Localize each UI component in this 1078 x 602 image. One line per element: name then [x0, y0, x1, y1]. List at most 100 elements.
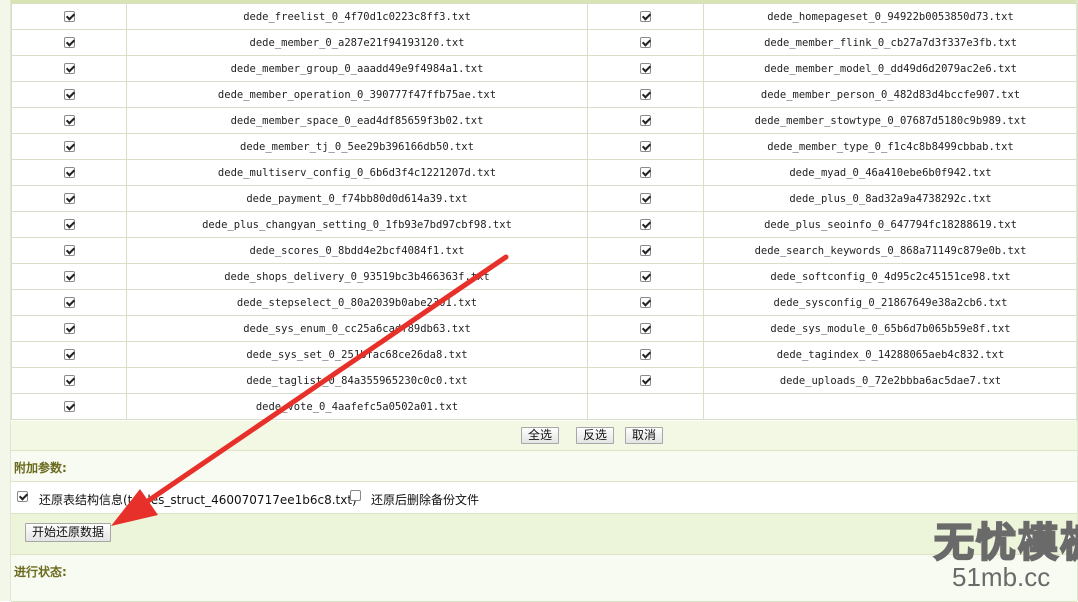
- checkbox-cell: [587, 159, 704, 186]
- checkbox-cell: [587, 341, 704, 368]
- file-name: dede_uploads_0_72e2bbba6ac5dae7.txt: [779, 374, 1002, 387]
- file-checkbox[interactable]: [640, 141, 651, 152]
- checkbox-cell: [587, 29, 704, 56]
- extra-params-heading: 附加参数:: [14, 461, 67, 475]
- file-name: dede_tagindex_0_14288065aeb4c832.txt: [776, 348, 1005, 361]
- file-name-cell: dede_sys_enum_0_cc25a6cadf89db63.txt: [126, 315, 588, 342]
- file-name: dede_taglist_0_84a355965230c0c0.txt: [246, 374, 468, 387]
- table-row: dede_multiserv_config_0_6b6d3f4c1221207d…: [11, 159, 1078, 186]
- checkbox-cell: [11, 341, 127, 368]
- checkbox-cell: [587, 3, 704, 30]
- table-row: dede_shops_delivery_0_93519bc3b466363f.t…: [11, 263, 1078, 290]
- file-checkbox[interactable]: [640, 37, 651, 48]
- table-row: dede_stepselect_0_80a2039b0abe2301.txt de…: [11, 289, 1078, 316]
- file-name-cell: dede_myad_0_46a410ebe6b0f942.txt: [703, 159, 1078, 186]
- checkbox-cell: [11, 3, 127, 30]
- checkbox-cell: [11, 211, 127, 238]
- file-checkbox[interactable]: [640, 245, 651, 256]
- checkbox-cell: [587, 211, 704, 238]
- file-name: dede_member_type_0_f1c4c8b8499cbbab.txt: [767, 140, 1014, 153]
- start-row: 开始还原数据: [11, 514, 1077, 555]
- checkbox-cell: [587, 263, 704, 290]
- extra-params-options: 还原表结构信息(tables_struct_460070717ee1b6c8.t…: [11, 482, 1077, 514]
- checkbox-cell: [587, 55, 704, 82]
- select-all-button[interactable]: 全选: [521, 427, 560, 444]
- file-name-cell: dede_sysconfig_0_21867649e38a2cb6.txt: [703, 289, 1078, 316]
- table-row: dede_scores_0_8bdd4e2bcf4084f1.txt dede_s…: [11, 237, 1078, 264]
- extra-params-header: 附加参数:: [11, 451, 1077, 482]
- file-checkbox[interactable]: [63, 375, 75, 386]
- file-name-cell: dede_member_tj_0_5ee29b396166db50.txt: [126, 133, 588, 160]
- file-name-cell: dede_payment_0_f74bb80d0d614a39.txt: [126, 185, 588, 212]
- checkbox-cell: [587, 315, 704, 342]
- file-name-cell: dede_stepselect_0_80a2039b0abe2301.txt: [126, 289, 588, 316]
- file-checkbox[interactable]: [63, 141, 75, 152]
- file-name: dede_vote_0_4aafefc5a0502a01.txt: [255, 400, 459, 413]
- cancel-selection-button[interactable]: 取消: [625, 427, 664, 444]
- file-checkbox[interactable]: [63, 167, 75, 178]
- table-row: dede_freelist_0_4f70d1c0223c8ff3.txt dede…: [11, 3, 1078, 30]
- file-name-cell: dede_member_0_a287e21f94193120.txt: [126, 29, 588, 56]
- file-checkbox[interactable]: [63, 11, 75, 22]
- file-checkbox[interactable]: [63, 37, 75, 48]
- file-checkbox[interactable]: [63, 297, 75, 308]
- restore-structure-checkbox[interactable]: [17, 491, 28, 502]
- table-row: dede_payment_0_f74bb80d0d614a39.txt dede_…: [11, 185, 1078, 212]
- invert-selection-button[interactable]: 反选: [576, 427, 615, 444]
- file-checkbox[interactable]: [63, 323, 75, 334]
- file-checkbox[interactable]: [63, 115, 75, 126]
- file-name-cell: dede_member_type_0_f1c4c8b8499cbbab.txt: [703, 133, 1078, 160]
- status-heading: 进行状态:: [14, 565, 67, 579]
- file-checkbox[interactable]: [63, 401, 75, 412]
- file-name-cell: dede_member_stowtype_0_07687d5180c9b989.…: [703, 107, 1078, 134]
- backup-file-table: dede_freelist_0_4f70d1c0223c8ff3.txt dede…: [11, 3, 1078, 420]
- file-checkbox[interactable]: [63, 193, 75, 204]
- checkbox-cell: [587, 393, 704, 420]
- table-row: dede_sys_enum_0_cc25a6cadf89db63.txt dede…: [11, 315, 1078, 342]
- file-name-cell: dede_scores_0_8bdd4e2bcf4084f1.txt: [126, 237, 588, 264]
- file-checkbox[interactable]: [640, 323, 651, 334]
- file-checkbox[interactable]: [640, 89, 651, 100]
- file-name-cell: dede_member_flink_0_cb27a7d3f337e3fb.txt: [703, 29, 1078, 56]
- start-restore-button[interactable]: 开始还原数据: [25, 523, 112, 542]
- file-checkbox[interactable]: [640, 271, 651, 282]
- file-checkbox[interactable]: [640, 167, 651, 178]
- file-checkbox[interactable]: [63, 245, 75, 256]
- file-name-cell: dede_member_person_0_482d83d4bccfe907.tx…: [703, 81, 1078, 108]
- file-checkbox[interactable]: [640, 193, 651, 204]
- checkbox-cell: [11, 367, 127, 394]
- file-name-cell: dede_member_model_0_dd49d6d2079ac2e6.txt: [703, 55, 1078, 82]
- file-checkbox[interactable]: [640, 11, 651, 22]
- watermark-url: 51mb.cc: [952, 562, 1051, 592]
- file-name: dede_member_flink_0_cb27a7d3f337e3fb.txt: [764, 36, 1017, 49]
- file-checkbox[interactable]: [63, 219, 75, 230]
- file-name: dede_member_model_0_dd49d6d2079ac2e6.txt: [764, 62, 1017, 75]
- file-name-cell: dede_homepageset_0_94922b0053850d73.txt: [703, 3, 1078, 30]
- file-checkbox[interactable]: [640, 297, 651, 308]
- file-name: dede_sys_module_0_65b6d7b065b59e8f.txt: [770, 322, 1011, 335]
- file-name-cell: dede_plus_changyan_setting_0_1fb93e7bd97…: [126, 211, 588, 238]
- file-name: dede_member_space_0_ead4df85659f3b02.txt: [230, 114, 484, 127]
- file-name: dede_plus_seoinfo_0_647794fc18288619.txt: [764, 218, 1017, 231]
- file-name-cell: dede_sys_set_0_251bfac68ce26da8.txt: [126, 341, 588, 368]
- file-checkbox[interactable]: [63, 349, 75, 360]
- file-name: dede_homepageset_0_94922b0053850d73.txt: [767, 10, 1014, 23]
- table-row: dede_sys_set_0_251bfac68ce26da8.txt dede_…: [11, 341, 1078, 368]
- table-row: dede_member_tj_0_5ee29b396166db50.txt ded…: [11, 133, 1078, 160]
- file-checkbox[interactable]: [640, 375, 651, 386]
- file-name-cell: dede_sys_module_0_65b6d7b065b59e8f.txt: [703, 315, 1078, 342]
- file-checkbox[interactable]: [640, 219, 651, 230]
- delete-after-checkbox[interactable]: [350, 490, 361, 501]
- file-name: dede_plus_0_8ad32a9a4738292c.txt: [789, 192, 992, 205]
- file-checkbox[interactable]: [63, 271, 75, 282]
- file-checkbox[interactable]: [63, 63, 75, 74]
- file-name-cell: dede_multiserv_config_0_6b6d3f4c1221207d…: [126, 159, 588, 186]
- file-checkbox[interactable]: [640, 115, 651, 126]
- checkbox-cell: [11, 289, 127, 316]
- file-checkbox[interactable]: [640, 349, 651, 360]
- file-name-cell: dede_tagindex_0_14288065aeb4c832.txt: [703, 341, 1078, 368]
- table-row: dede_vote_0_4aafefc5a0502a01.txt: [11, 393, 1078, 420]
- file-checkbox[interactable]: [640, 63, 651, 74]
- file-name: dede_member_0_a287e21f94193120.txt: [249, 36, 465, 49]
- file-checkbox[interactable]: [63, 89, 75, 100]
